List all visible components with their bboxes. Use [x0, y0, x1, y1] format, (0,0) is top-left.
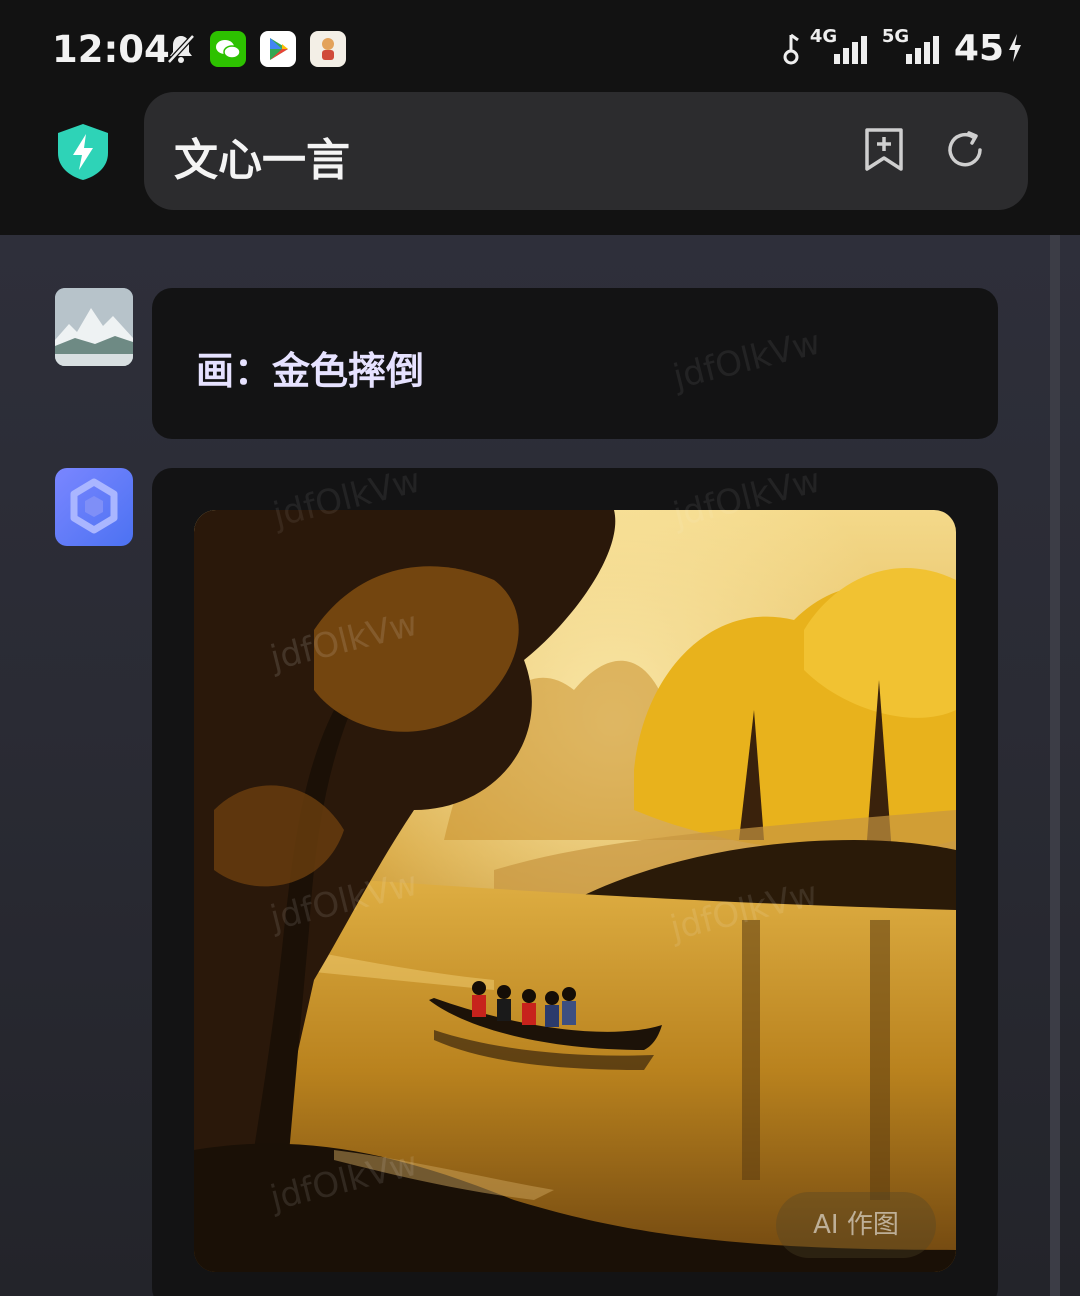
- play-store-icon: [260, 31, 296, 67]
- ai-drawing-badge: AI 作图: [776, 1192, 936, 1258]
- app-notification-icon: [310, 31, 346, 67]
- wechat-icon: [210, 31, 246, 67]
- status-bar: 12:04 4G 5G 45: [0, 0, 1080, 95]
- network-label-4g: 4G: [809, 26, 838, 47]
- battery-level: 45: [953, 27, 1004, 69]
- user-avatar: [55, 288, 133, 366]
- signal-4g-icon: 4G: [809, 26, 872, 68]
- bookmark-add-icon[interactable]: [862, 125, 906, 173]
- bot-avatar: [55, 468, 133, 546]
- shield-bolt-icon[interactable]: [54, 122, 112, 182]
- signal-5g-icon: 5G: [881, 26, 944, 68]
- chat-area[interactable]: 画：金色摔倒 jdfOlkVw jdfOlkVw jdfOlkVw jdfOlk…: [0, 235, 1080, 1296]
- status-time: 12:04: [52, 28, 170, 71]
- browser-header: 文心一言: [0, 92, 1080, 235]
- generated-image[interactable]: jdfOlkVw jdfOlkVw jdfOlkVw jdfOlkVw AI 作…: [194, 510, 956, 1272]
- user-message-bubble: 画：金色摔倒 jdfOlkVw: [152, 288, 998, 439]
- bot-message-bubble: jdfOlkVw jdfOlkVw jdfOlkVw jdfOlkVw AI 作…: [152, 460, 998, 1296]
- status-indicators: 4G 5G 45: [782, 26, 1024, 69]
- scrollbar[interactable]: [1050, 235, 1060, 1296]
- address-bar[interactable]: 文心一言: [144, 92, 1028, 210]
- watermark-text: jdfOlkVw: [669, 322, 825, 398]
- charging-bolt-icon: [1009, 34, 1021, 62]
- page-title: 文心一言: [174, 135, 350, 186]
- network-label-5g: 5G: [881, 26, 910, 47]
- user-message-text: 画：金色摔倒: [196, 349, 425, 393]
- mute-bell-icon: [167, 34, 195, 64]
- refresh-icon[interactable]: [942, 127, 988, 173]
- bluetooth-earbud-icon: [783, 33, 799, 65]
